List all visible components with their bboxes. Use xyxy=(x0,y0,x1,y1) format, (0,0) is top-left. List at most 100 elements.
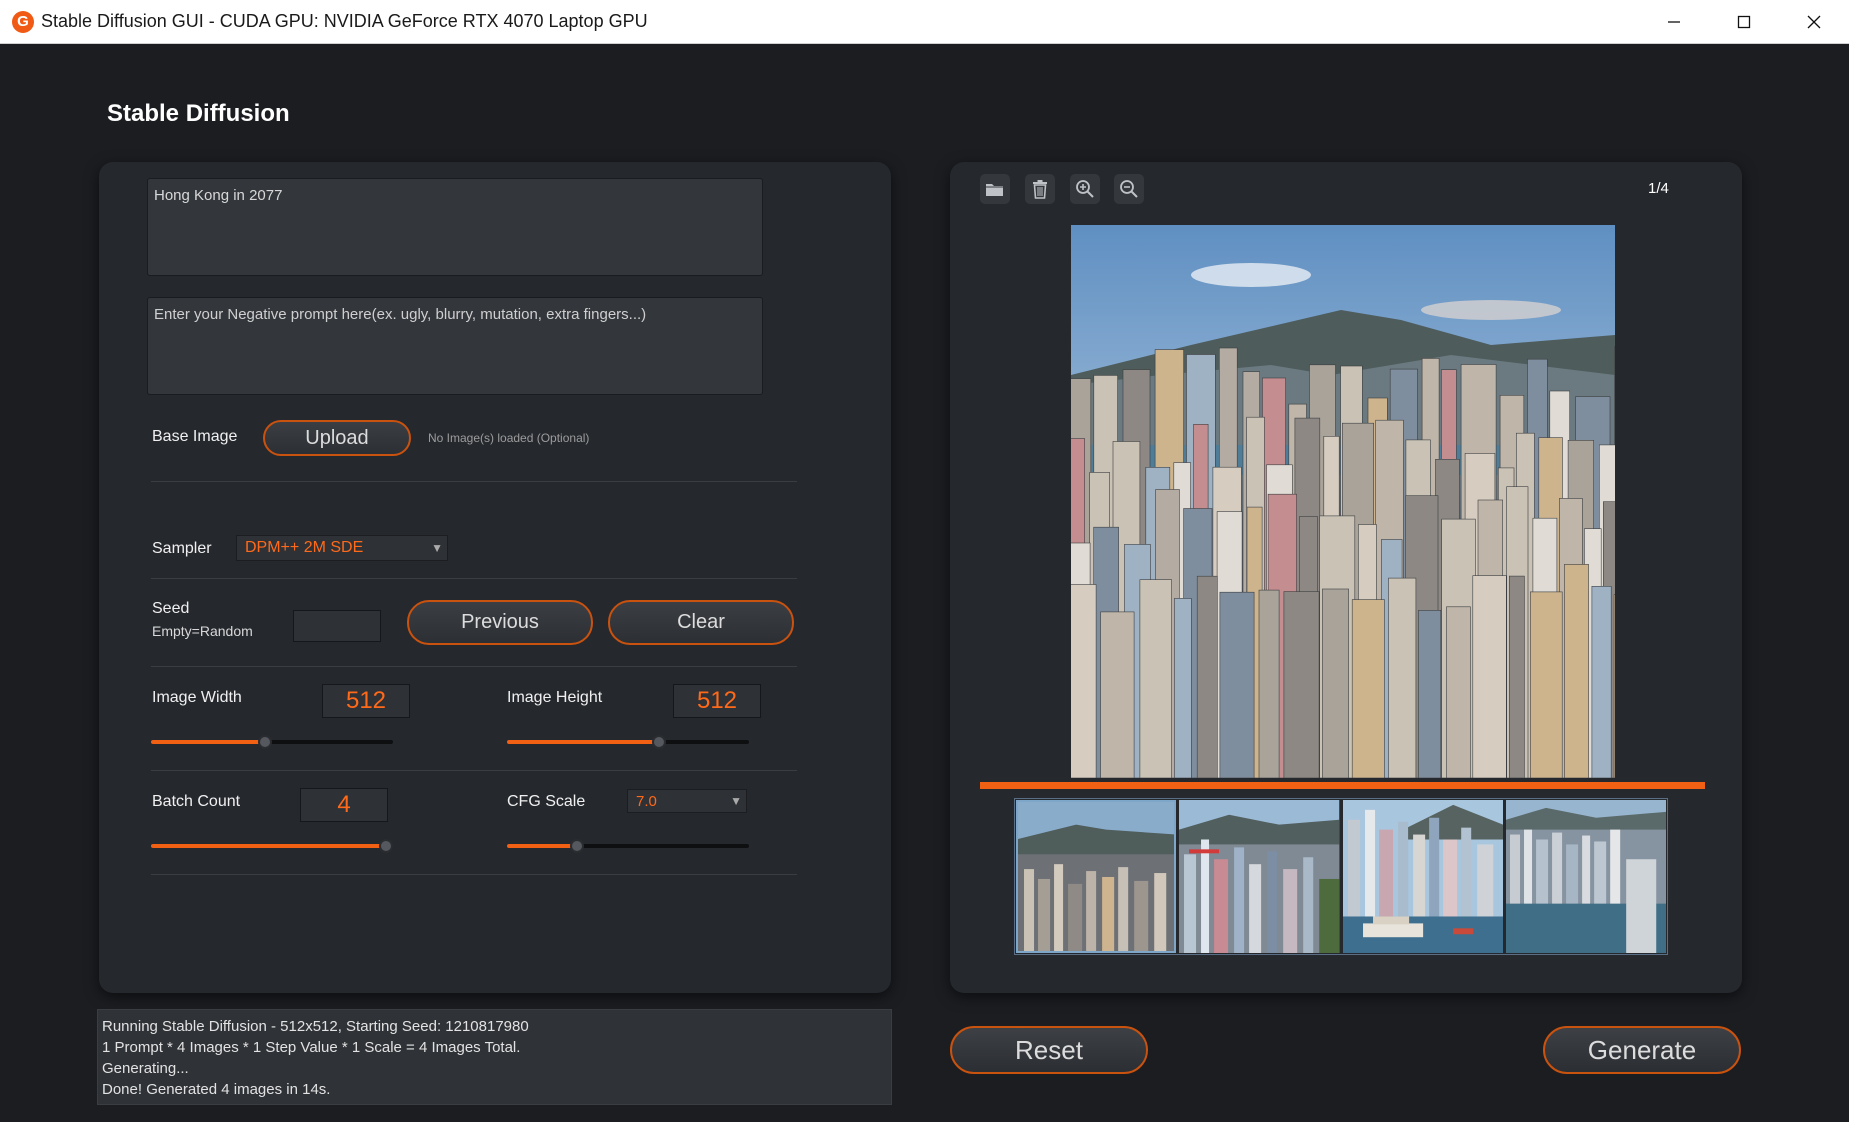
slider-fill xyxy=(151,740,265,744)
building-shape xyxy=(1613,594,1615,778)
image-width-slider[interactable] xyxy=(151,732,393,752)
zoom-in-icon xyxy=(1076,180,1094,198)
building-shape xyxy=(1139,579,1172,778)
thumbnail-image xyxy=(1505,800,1666,953)
image-height-input[interactable]: 512 xyxy=(673,684,761,718)
building-shape xyxy=(1591,585,1612,778)
zoom-out-button[interactable] xyxy=(1114,174,1144,204)
building-shape xyxy=(1388,577,1417,778)
divider xyxy=(151,481,797,482)
building-shape xyxy=(1219,591,1255,778)
chevron-down-icon: ▼ xyxy=(730,794,742,808)
seed-label: Seed xyxy=(152,600,190,617)
building-shape xyxy=(1071,584,1097,778)
divider xyxy=(151,770,797,771)
thumbnail-image xyxy=(1342,800,1503,953)
divider xyxy=(151,874,797,875)
batch-count-label: Batch Count xyxy=(152,793,241,810)
app-logo-icon: G xyxy=(12,10,34,33)
building-shape xyxy=(1196,575,1218,778)
close-icon xyxy=(1807,15,1821,29)
previous-seed-button[interactable]: Previous xyxy=(407,600,593,645)
building-shape xyxy=(1508,575,1525,778)
log-line: Generating... xyxy=(102,1060,189,1077)
log-line: 1 Prompt * 4 Images * 1 Step Value * 1 S… xyxy=(102,1039,521,1056)
upload-button[interactable]: Upload xyxy=(263,420,411,456)
generation-progress-bar xyxy=(980,782,1705,789)
cfg-scale-value: 7.0 xyxy=(636,792,657,810)
app-heading: Stable Diffusion xyxy=(107,100,290,127)
delete-button[interactable] xyxy=(1025,174,1055,204)
divider xyxy=(151,666,797,667)
minimize-button[interactable] xyxy=(1639,0,1709,44)
slider-thumb[interactable] xyxy=(257,735,272,749)
slider-fill xyxy=(151,844,386,848)
building-shape xyxy=(1529,591,1563,778)
maximize-icon xyxy=(1737,15,1751,29)
image-height-slider[interactable] xyxy=(507,732,749,752)
thumbnail-image xyxy=(1179,800,1340,953)
window-titlebar: G Stable Diffusion GUI - CUDA GPU: NVIDI… xyxy=(0,0,1849,44)
building-shape xyxy=(1100,611,1135,778)
city-image xyxy=(1071,225,1615,778)
slider-thumb[interactable] xyxy=(570,839,585,853)
thumbnail-strip xyxy=(1014,798,1668,955)
clear-seed-button[interactable]: Clear xyxy=(608,600,794,645)
slider-thumb[interactable] xyxy=(378,839,393,853)
window-controls xyxy=(1639,0,1849,44)
thumbnail-image xyxy=(1016,800,1177,953)
base-image-status: No Image(s) loaded (Optional) xyxy=(428,431,590,445)
cfg-scale-label: CFG Scale xyxy=(507,793,586,810)
image-height-label: Image Height xyxy=(507,689,603,706)
building-shape xyxy=(1446,606,1471,778)
zoom-out-icon xyxy=(1120,180,1138,198)
sampler-value: DPM++ 2M SDE xyxy=(245,539,364,556)
slider-fill xyxy=(507,844,578,848)
thumbnail-1[interactable] xyxy=(1016,800,1177,953)
thumbnail-2[interactable] xyxy=(1179,800,1340,953)
reset-button[interactable]: Reset xyxy=(950,1026,1148,1074)
settings-panel: Hong Kong in 2077 Enter your Negative pr… xyxy=(99,162,891,993)
cfg-scale-slider[interactable] xyxy=(507,836,749,856)
building-shape xyxy=(1472,575,1507,778)
minimize-icon xyxy=(1668,21,1680,23)
sampler-label: Sampler xyxy=(152,540,212,557)
building-shape xyxy=(1283,591,1320,778)
slider-fill xyxy=(507,740,660,744)
log-line: Done! Generated 4 images in 14s. xyxy=(102,1081,331,1098)
generated-image xyxy=(1071,225,1615,778)
image-width-label: Image Width xyxy=(152,689,242,706)
open-folder-button[interactable] xyxy=(980,174,1010,204)
building-shape xyxy=(1418,609,1442,778)
building-shape xyxy=(1322,588,1349,778)
divider xyxy=(151,578,797,579)
maximize-button[interactable] xyxy=(1709,0,1779,44)
status-log: Running Stable Diffusion - 512x512, Star… xyxy=(97,1009,892,1105)
building-shape xyxy=(1174,598,1192,778)
building-shape xyxy=(1564,564,1589,778)
base-image-label: Base Image xyxy=(152,428,238,445)
trash-icon xyxy=(1033,180,1047,199)
building-shape xyxy=(1351,599,1385,778)
image-width-input[interactable]: 512 xyxy=(322,684,410,718)
building-shape xyxy=(1258,589,1280,778)
cfg-scale-select[interactable]: 7.0 ▼ xyxy=(627,789,747,813)
seed-input[interactable] xyxy=(293,610,381,642)
thumbnail-4[interactable] xyxy=(1505,800,1666,953)
generate-button[interactable]: Generate xyxy=(1543,1026,1741,1074)
slider-thumb[interactable] xyxy=(652,735,667,749)
chevron-down-icon: ▼ xyxy=(431,541,443,555)
negative-prompt-input[interactable]: Enter your Negative prompt here(ex. ugly… xyxy=(147,297,763,395)
page-counter: 1/4 xyxy=(1648,180,1669,197)
sampler-select[interactable]: DPM++ 2M SDE ▼ xyxy=(236,535,448,561)
close-button[interactable] xyxy=(1779,0,1849,44)
batch-count-slider[interactable] xyxy=(151,836,393,856)
folder-icon xyxy=(986,184,1004,196)
seed-sublabel: Empty=Random xyxy=(152,623,253,639)
image-viewer-panel: 1/4 xyxy=(950,162,1742,993)
prompt-input[interactable]: Hong Kong in 2077 xyxy=(147,178,763,276)
log-line: Running Stable Diffusion - 512x512, Star… xyxy=(102,1018,529,1035)
batch-count-input[interactable]: 4 xyxy=(300,788,388,822)
thumbnail-3[interactable] xyxy=(1342,800,1503,953)
zoom-in-button[interactable] xyxy=(1070,174,1100,204)
